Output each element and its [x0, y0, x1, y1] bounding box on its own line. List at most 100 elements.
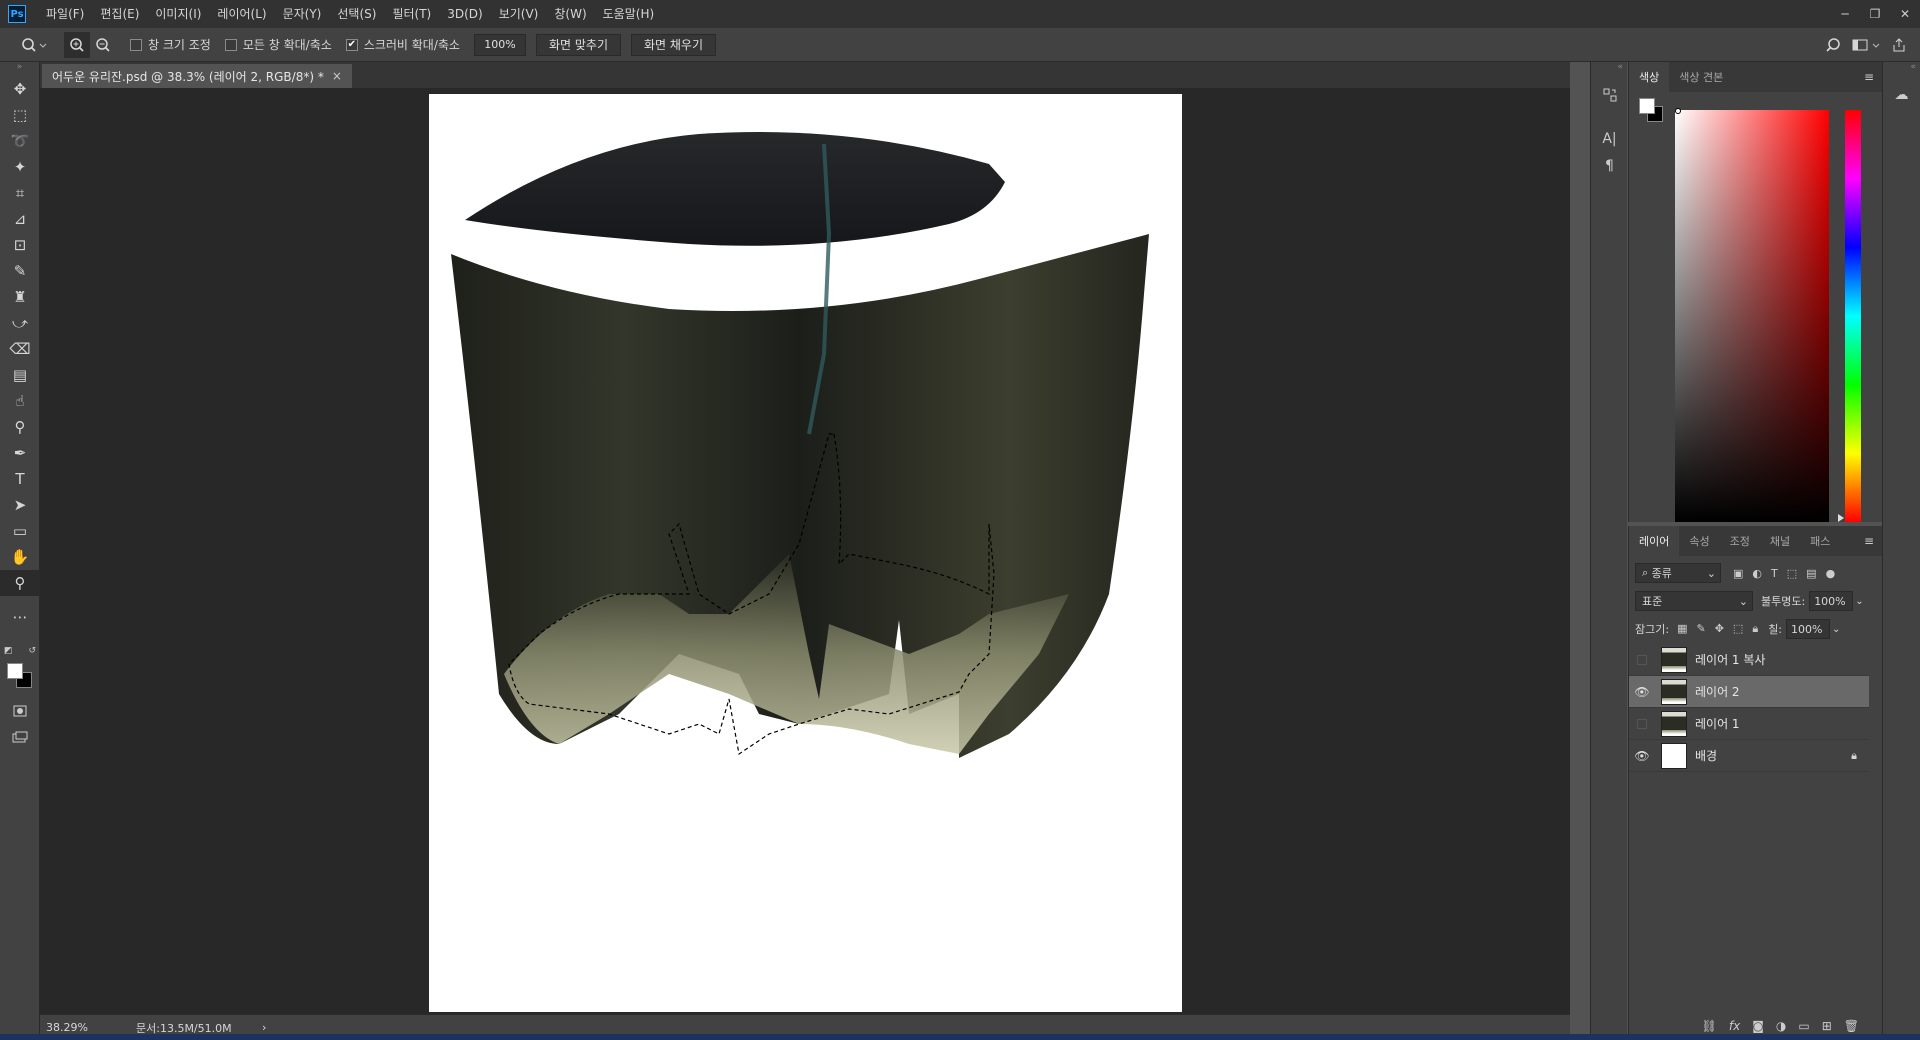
tab-layers-1[interactable]: 속성: [1679, 526, 1719, 556]
menu-item[interactable]: 선택(S): [329, 0, 384, 28]
fg-bg-swatches[interactable]: [1639, 98, 1665, 124]
menu-item[interactable]: 창(W): [546, 0, 594, 28]
blend-mode-select[interactable]: 표준 ⌄: [1635, 591, 1753, 611]
path-select-icon[interactable]: ➤: [0, 492, 40, 518]
close-icon[interactable]: ✕: [1890, 0, 1920, 28]
eye-icon[interactable]: 👁︎: [1629, 685, 1655, 699]
adjustment-filter-icon[interactable]: ◐: [1752, 567, 1762, 580]
lock-artboard-icon[interactable]: ⬚: [1733, 622, 1743, 636]
menu-item[interactable]: 도움말(H): [595, 0, 663, 28]
menu-item[interactable]: 레이어(L): [209, 0, 274, 28]
zoom-percent-field[interactable]: 100%: [473, 33, 526, 56]
expand-panels-icon[interactable]: «: [1883, 62, 1920, 80]
rectangle-icon[interactable]: ▭: [0, 518, 40, 544]
layer-row[interactable]: 레이어 1: [1629, 708, 1869, 740]
zoom-level[interactable]: 38.29%: [46, 1021, 116, 1034]
hue-slider[interactable]: [1845, 110, 1861, 522]
layer-thumbnail[interactable]: [1661, 678, 1687, 705]
document-tab[interactable]: 어두운 유리잔.psd @ 38.3% (레이어 2, RGB/8*) * ×: [42, 64, 352, 88]
scrubby-zoom-checkbox[interactable]: ✔ 스크러비 확대/축소: [345, 36, 460, 53]
fx-icon[interactable]: fx: [1729, 1019, 1740, 1033]
lock-icon[interactable]: 🔒︎: [1851, 749, 1857, 763]
pen-icon[interactable]: ✒: [0, 440, 40, 466]
menu-item[interactable]: 이미지(I): [147, 0, 209, 28]
tab-layers-3[interactable]: 채널: [1760, 526, 1800, 556]
paragraph-icon[interactable]: ¶: [1591, 154, 1628, 178]
filter-toggle-icon[interactable]: ●: [1826, 567, 1836, 580]
delete-layer-icon[interactable]: 🗑︎: [1844, 1019, 1859, 1033]
strip-collapse-icon[interactable]: «: [1591, 62, 1627, 80]
zoom-tool-preset-icon[interactable]: [16, 32, 52, 58]
type-filter-icon[interactable]: T: [1771, 567, 1778, 580]
tab-color[interactable]: 색상: [1629, 62, 1670, 92]
stamp-icon[interactable]: ♜: [0, 284, 40, 310]
lock-pixels-icon[interactable]: ✎: [1696, 622, 1705, 636]
type-icon[interactable]: T: [0, 466, 40, 492]
lock-position-icon[interactable]: ✥: [1715, 622, 1724, 636]
tab-layers-2[interactable]: 조정: [1720, 526, 1760, 556]
minimize-icon[interactable]: ─: [1830, 0, 1860, 28]
smudge-icon[interactable]: ☝: [0, 388, 40, 414]
foreground-color-swatch[interactable]: [1639, 98, 1655, 114]
layer-row[interactable]: 👁︎ 레이어 2: [1629, 676, 1869, 708]
status-menu-icon[interactable]: ›: [262, 1021, 266, 1034]
zoom-all-windows-box[interactable]: [224, 38, 237, 51]
new-adjustment-icon[interactable]: ◑: [1776, 1019, 1786, 1033]
link-layers-icon[interactable]: ⛓︎: [1702, 1019, 1717, 1033]
zoom-in-icon[interactable]: [64, 31, 90, 58]
eye-icon[interactable]: 👁︎: [1629, 749, 1655, 763]
search-icon[interactable]: [1820, 32, 1846, 58]
new-layer-icon[interactable]: ⊞: [1822, 1019, 1832, 1033]
layer-filter-select[interactable]: ⌕ 종류 ⌄: [1635, 563, 1721, 583]
screen-mode-icon[interactable]: [0, 724, 40, 750]
layer-thumbnail[interactable]: [1661, 710, 1687, 737]
eraser-icon[interactable]: ⌫: [0, 336, 40, 362]
move-icon[interactable]: ✥: [0, 76, 40, 102]
photoshop-logo[interactable]: Ps: [8, 5, 26, 23]
layer-row[interactable]: 레이어 1 복사: [1629, 644, 1869, 676]
layer-row[interactable]: 👁︎ 배경 🔒︎: [1629, 740, 1869, 772]
menu-item[interactable]: 문자(Y): [275, 0, 330, 28]
crop-icon[interactable]: ⌗: [0, 180, 40, 206]
tab-swatches[interactable]: 색상 견본: [1669, 62, 1733, 92]
magic-wand-icon[interactable]: ✦: [0, 154, 40, 180]
tab-layers-4[interactable]: 패스: [1800, 526, 1840, 556]
hue-slider-handle[interactable]: [1838, 514, 1844, 522]
default-colors-icon[interactable]: ◩ ↺: [4, 646, 36, 658]
restore-icon[interactable]: ❐: [1860, 0, 1890, 28]
layer-thumbnail[interactable]: [1661, 742, 1687, 769]
new-group-icon[interactable]: ▭: [1798, 1019, 1809, 1033]
smart-object-filter-icon[interactable]: ▤: [1806, 567, 1816, 580]
hand-icon[interactable]: ✋: [0, 544, 40, 570]
pixel-filter-icon[interactable]: ▣: [1733, 567, 1743, 580]
menu-item[interactable]: 필터(T): [384, 0, 439, 28]
color-picker-marker[interactable]: [1675, 108, 1681, 114]
lasso-icon[interactable]: ➰: [0, 128, 40, 154]
layer-name[interactable]: 레이어 2: [1695, 683, 1740, 700]
fill-screen-button[interactable]: 화면 채우기: [631, 33, 717, 56]
libraries-icon[interactable]: ☁︎: [1883, 80, 1920, 110]
lock-transparency-icon[interactable]: ▦: [1677, 622, 1687, 636]
brush-icon[interactable]: ✎: [0, 258, 40, 284]
layers-panel-menu-icon[interactable]: ≡: [1864, 534, 1882, 548]
fill-dropdown-icon[interactable]: ⌄: [1832, 624, 1840, 635]
zoom-icon[interactable]: ⚲: [0, 570, 40, 596]
layer-thumbnail[interactable]: [1661, 646, 1687, 673]
color-swatches[interactable]: [7, 663, 35, 691]
color-field[interactable]: [1675, 110, 1829, 522]
more-icon[interactable]: ⋯: [0, 604, 40, 630]
foreground-color-swatch[interactable]: [7, 663, 23, 679]
resize-windows-checkbox[interactable]: 창 크기 조정: [130, 36, 211, 53]
menu-item[interactable]: 보기(V): [491, 0, 547, 28]
tab-layers-0[interactable]: 레이어: [1629, 526, 1680, 556]
workspace-icon[interactable]: [1846, 32, 1886, 58]
zoom-out-icon[interactable]: [90, 32, 116, 58]
panel-menu-icon[interactable]: ≡: [1864, 70, 1882, 84]
lock-all-icon[interactable]: 🔒︎: [1752, 622, 1758, 636]
share-icon[interactable]: [1886, 32, 1912, 58]
fit-screen-button[interactable]: 화면 맞추기: [535, 33, 621, 56]
gradient-icon[interactable]: ▤: [0, 362, 40, 388]
eyedropper-icon[interactable]: ⊿: [0, 206, 40, 232]
opacity-field[interactable]: 100%: [1809, 591, 1854, 611]
frame-icon[interactable]: ⊡: [0, 232, 40, 258]
